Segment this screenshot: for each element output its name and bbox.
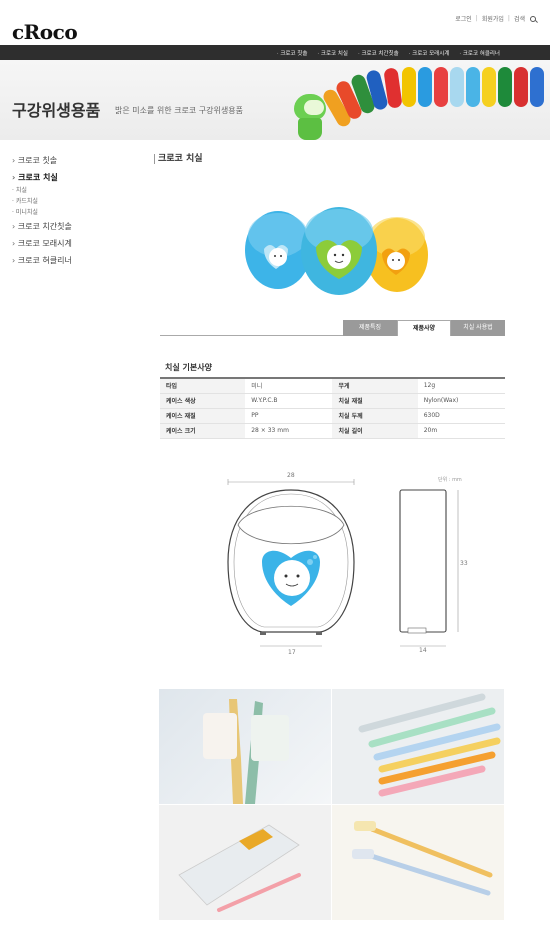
page-title: 크로코 치실	[154, 154, 203, 164]
spec-value: Nylon(Wax)	[417, 393, 505, 409]
spec-value: 12g	[417, 377, 505, 394]
spec-value: PP	[245, 408, 333, 424]
dim-height-label: 33	[460, 560, 468, 567]
spec-value: 20m	[417, 423, 505, 439]
product-photo-grid	[159, 689, 505, 920]
spec-value: W.Y.P.C.B	[245, 393, 333, 409]
dimension-drawing: 28 33 17 14 단위 : mm	[220, 470, 480, 660]
utility-menu: 로그인 | 회원가입 | 검색	[455, 14, 536, 23]
banner-title: 구강위생용품	[12, 101, 101, 120]
sidebar-submenu: 치실 카드치실 미니치실	[12, 185, 132, 218]
gnb-item-toothbrush[interactable]: 크로코 칫솔	[277, 49, 307, 57]
banner-subtitle: 밝은 미소를 위한 크로코 구강위생용품	[115, 106, 243, 115]
sidebar-item-interdental[interactable]: 크로코 치간칫솔	[12, 221, 132, 238]
toothbrush-pair-photo	[332, 805, 504, 920]
category-banner: 구강위생용품 밝은 미소를 위한 크로코 구강위생용품	[0, 60, 550, 140]
gnb-item-floss[interactable]: 크로코 치실	[317, 49, 348, 57]
gnb-item-interdental[interactable]: 크로코 치간칫솔	[358, 49, 398, 57]
spec-heading: 치실 기본사양	[165, 363, 212, 372]
table-row: 타입 미니 무게 12g	[160, 377, 505, 394]
separator: |	[475, 15, 478, 22]
global-nav: 크로코 칫솔 크로코 치실 크로코 치간칫솔 크로코 모래시계 크로코 혀클리너	[0, 45, 550, 60]
spec-value: 630D	[417, 408, 505, 424]
table-row: 케이스 크기 28 × 33 mm 치실 길이 20m	[160, 423, 505, 439]
sidebar-item-toothbrush[interactable]: 크로코 칫솔	[12, 155, 132, 172]
dim-width-label: 28	[287, 472, 295, 479]
spec-key: 치실 두께	[332, 408, 418, 424]
spec-key: 타입	[160, 377, 246, 394]
separator: |	[507, 15, 510, 22]
sidebar-subitem-card-floss[interactable]: 카드치실	[12, 196, 132, 207]
search-link[interactable]: 검색	[514, 14, 525, 23]
spec-key: 케이스 색상	[160, 393, 246, 409]
site-header: cRoco 로그인 | 회원가입 | 검색	[0, 0, 550, 45]
sidebar-subitem-floss[interactable]: 치실	[12, 185, 132, 196]
product-image	[244, 205, 434, 300]
tab-usage[interactable]: 치실 사용법	[451, 320, 505, 336]
tab-features[interactable]: 제품특징	[343, 320, 397, 336]
tab-specs[interactable]: 제품사양	[397, 320, 451, 336]
spec-value: 미니	[245, 377, 333, 394]
dim-depth-label: 14	[419, 647, 427, 654]
product-tabs: 제품특징 제품사양 치실 사용법	[160, 320, 505, 336]
join-link[interactable]: 회원가입	[482, 14, 504, 23]
search-icon[interactable]	[530, 15, 536, 22]
sidebar-subitem-mini-floss[interactable]: 미니치실	[12, 207, 132, 218]
spec-key: 치실 길이	[332, 423, 418, 439]
toothbrush-colors-photo	[332, 689, 504, 804]
table-row: 케이스 재질 PP 치실 두께 630D	[160, 408, 505, 424]
sidebar-item-sandglass[interactable]: 크로코 모래시계	[12, 238, 132, 255]
mascot-image	[290, 94, 330, 140]
site-logo[interactable]: cRoco	[12, 20, 78, 44]
table-row: 케이스 색상 W.Y.P.C.B 치실 재질 Nylon(Wax)	[160, 393, 505, 409]
spec-key: 무게	[332, 377, 418, 394]
sidebar-nav: 크로코 칫솔 크로코 치실 치실 카드치실 미니치실 크로코 치간칫솔 크로코 …	[12, 155, 132, 272]
banner-floss-row-image	[320, 64, 550, 140]
gnb-item-tongue-cleaner[interactable]: 크로코 혀클리너	[459, 49, 500, 57]
spec-table: 타입 미니 무게 12g 케이스 색상 W.Y.P.C.B 치실 재질 Nylo…	[160, 377, 505, 439]
toothbrush-package-photo	[159, 805, 331, 920]
login-link[interactable]: 로그인	[455, 14, 472, 23]
sidebar-item-tongue-cleaner[interactable]: 크로코 혀클리너	[12, 255, 132, 272]
spec-key: 치실 재질	[332, 393, 418, 409]
spec-key: 케이스 크기	[160, 423, 246, 439]
toothbrush-heads-photo	[159, 689, 331, 804]
gnb-item-sandglass[interactable]: 크로코 모래시계	[409, 49, 449, 57]
spec-key: 케이스 재질	[160, 408, 246, 424]
dim-bottom-label: 17	[288, 649, 296, 656]
spec-value: 28 × 33 mm	[245, 423, 333, 439]
unit-label: 단위 : mm	[438, 477, 462, 483]
